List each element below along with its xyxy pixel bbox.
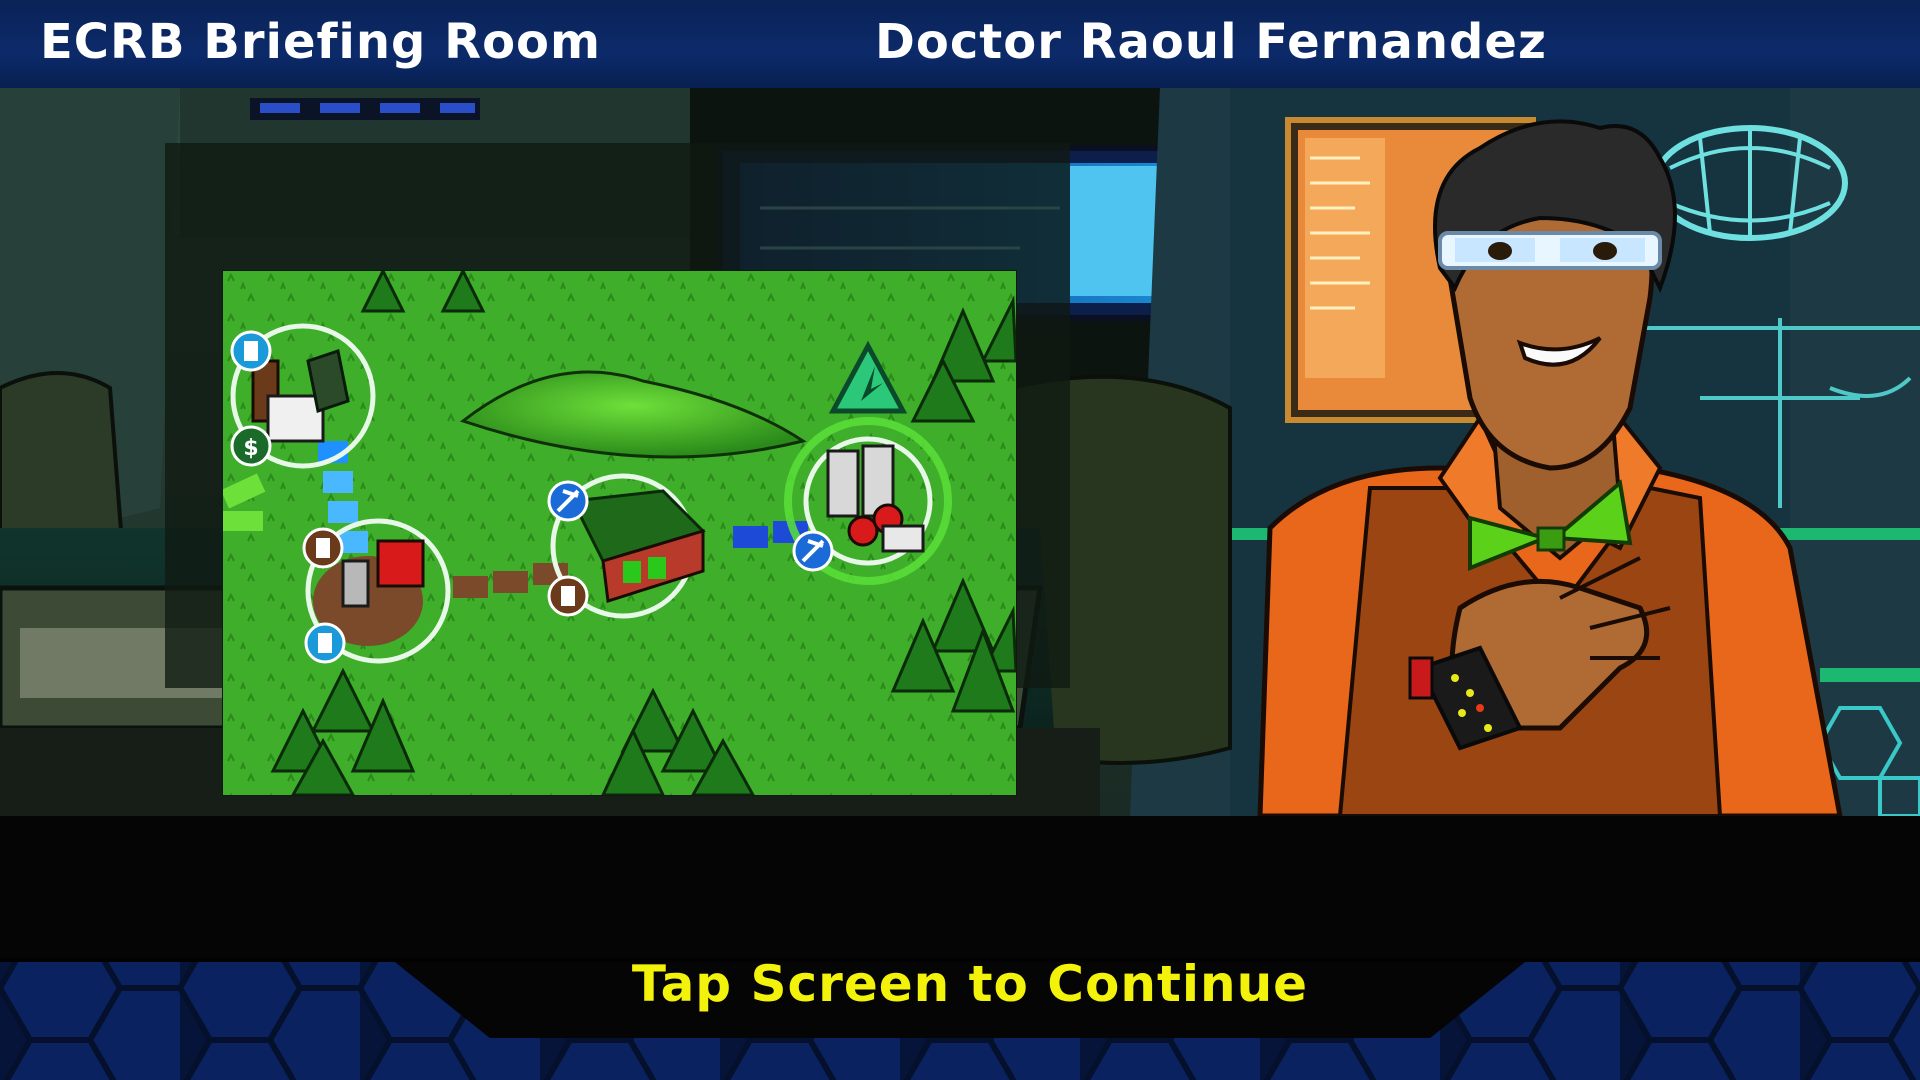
continue-prompt[interactable]: Tap Screen to Continue [0,955,1920,1013]
svg-text:$: $ [243,436,258,461]
prompt-banner [0,958,1920,1038]
pickaxe-icon[interactable] [792,530,834,572]
speaker-name: Doctor Raoul Fernandez [875,14,1547,70]
pickaxe-icon[interactable] [547,480,589,522]
recycle-bin-icon[interactable] [547,575,589,617]
location-title: ECRB Briefing Room [40,14,602,70]
trash-icon[interactable] [230,330,272,372]
map-preview: $ [222,270,1017,796]
briefing-scene[interactable]: $ [0,88,1920,816]
recycle-bin-icon[interactable] [302,527,344,569]
header-bar: ECRB Briefing Room Doctor Raoul Fernande… [0,0,1920,92]
money-icon[interactable]: $ [230,425,272,467]
trash-icon[interactable] [304,622,346,664]
